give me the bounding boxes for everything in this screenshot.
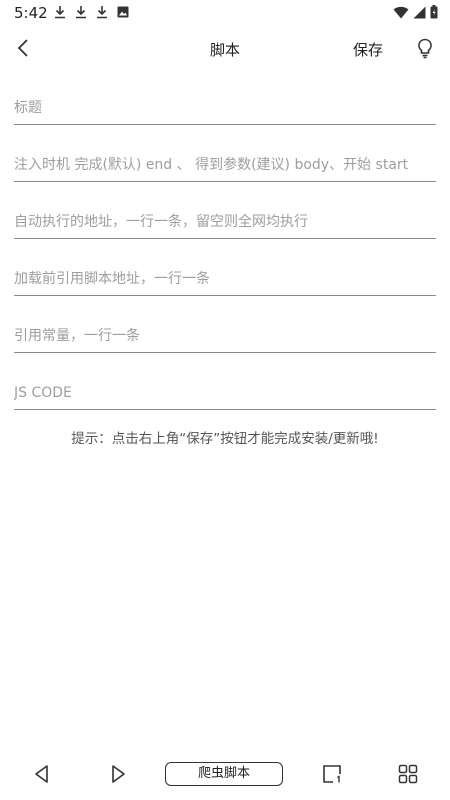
save-hint-text: 提示：点击右上角“保存”按钮才能完成安装/更新哦! (71, 431, 379, 447)
app-bar: 脚本 保存 (0, 26, 450, 70)
download-icon (55, 6, 65, 19)
status-time: 5:42 (14, 4, 48, 22)
image-icon (117, 6, 129, 18)
bottom-nav: 爬虫脚本 (0, 754, 450, 794)
constants-input[interactable] (14, 324, 436, 353)
save-button[interactable]: 保存 (353, 39, 383, 60)
lightbulb-icon[interactable] (414, 37, 436, 59)
signal-icon (413, 6, 426, 18)
title-input[interactable] (14, 96, 436, 125)
wifi-icon (393, 6, 409, 18)
auto-run-urls-input[interactable] (14, 210, 436, 239)
status-notification-icons (54, 5, 129, 19)
js-code-input[interactable] (14, 381, 436, 410)
battery-icon (430, 5, 438, 19)
preload-scripts-input[interactable] (14, 267, 436, 296)
status-system-icons (393, 5, 438, 19)
tabs-icon[interactable] (321, 763, 343, 785)
inject-timing-input[interactable] (14, 153, 436, 182)
download-icon (97, 6, 107, 19)
script-tab-button[interactable]: 爬虫脚本 (165, 762, 283, 786)
download-icon (76, 6, 86, 19)
grid-icon[interactable] (397, 763, 419, 785)
status-bar: 5:42 (0, 0, 450, 26)
forward-triangle-icon[interactable] (107, 763, 129, 785)
back-triangle-icon[interactable] (31, 763, 53, 785)
